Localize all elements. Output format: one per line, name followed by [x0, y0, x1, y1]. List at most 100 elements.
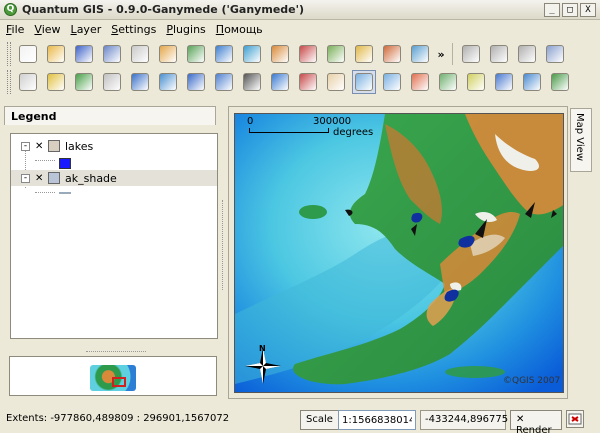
zoom-full-button[interactable] [408, 70, 432, 94]
plugin-button[interactable] [543, 42, 567, 66]
render-checkbox[interactable]: ✕Render [510, 410, 562, 433]
in-overview-button[interactable] [408, 42, 432, 66]
add-vector-layer-button[interactable] [156, 42, 180, 66]
status-bar: Extents: -977860,489809 : 296901,1567072… [0, 408, 600, 433]
zoom-in-button[interactable] [352, 70, 376, 94]
raster-terrain-icon [159, 73, 177, 91]
in-overview-icon [411, 45, 429, 63]
scale-bar-end-label: 300000 [313, 116, 352, 127]
scale-input[interactable] [338, 410, 416, 430]
copyright-label: ©QGIS 2007 [503, 376, 561, 386]
gps-button[interactable] [100, 70, 124, 94]
spit-icon [47, 73, 65, 91]
delimited-text-icon [299, 73, 317, 91]
zoom-to-layer-button[interactable] [436, 70, 460, 94]
maximize-button[interactable]: □ [562, 3, 578, 17]
minimize-button[interactable]: _ [544, 3, 560, 17]
scale-bar [249, 128, 329, 133]
georeferencer-icon [19, 73, 37, 91]
zoom-in-icon [355, 73, 373, 91]
print-button[interactable] [128, 42, 152, 66]
toolbar-grip[interactable] [7, 42, 11, 66]
map-tips-button[interactable] [548, 70, 572, 94]
pan-icon [327, 73, 345, 91]
measure-button[interactable] [212, 70, 236, 94]
zoom-last-button[interactable] [492, 70, 516, 94]
layer-visibility-checkbox[interactable]: ✕ [35, 141, 44, 151]
zoom-last-icon [495, 73, 513, 91]
plugin-icon [546, 45, 564, 63]
coordinates-readout: -433244,896775 [420, 410, 508, 430]
scale-button[interactable]: Scale [300, 410, 339, 430]
grid-maker-button[interactable] [128, 70, 152, 94]
projection-status-icon[interactable] [566, 410, 584, 428]
grass-button[interactable] [72, 70, 96, 94]
remove-layer-button[interactable] [296, 42, 320, 66]
copyright-label-button[interactable] [268, 70, 292, 94]
show-all-layers-icon [355, 45, 373, 63]
overview-extent-rectangle[interactable] [112, 377, 126, 387]
new-vector-layer-button[interactable] [268, 42, 292, 66]
capture-polygon-button[interactable] [515, 42, 539, 66]
show-all-layers-button[interactable] [352, 42, 376, 66]
grid-maker-icon [131, 73, 149, 91]
zoom-to-selection-button[interactable] [464, 70, 488, 94]
close-button[interactable]: X [580, 3, 596, 17]
pan-button[interactable] [324, 70, 348, 94]
add-all-to-overview-button[interactable] [324, 42, 348, 66]
menu-view[interactable]: View [34, 23, 60, 36]
tab-map-view[interactable]: Map View [570, 108, 592, 172]
layer-visibility-checkbox[interactable]: ✕ [35, 173, 44, 183]
save-as-button[interactable] [100, 42, 124, 66]
collapse-toggle[interactable]: - [21, 141, 30, 151]
legend-layer-ak-shade[interactable]: - ✕ ak_shade [11, 170, 217, 186]
save-as-icon [103, 45, 121, 63]
scale-bar-button[interactable] [240, 70, 264, 94]
main-toolbar-row-2 [0, 66, 600, 98]
save-project-button[interactable] [72, 42, 96, 66]
panel-splitter[interactable] [222, 200, 225, 290]
new-project-button[interactable] [16, 42, 40, 66]
legend-title: Legend [4, 106, 216, 126]
legend-layer-lakes[interactable]: - ✕ lakes [11, 138, 217, 154]
delimited-text-button[interactable] [296, 70, 320, 94]
new-project-icon [19, 45, 37, 63]
menu-settings[interactable]: Settings [111, 23, 156, 36]
new-vector-layer-icon [271, 45, 289, 63]
copyright-label-icon [271, 73, 289, 91]
raster-terrain-button[interactable] [156, 70, 180, 94]
hide-all-layers-button[interactable] [380, 42, 404, 66]
window-title: Quantum GIS - 0.9.0-Ganymede ('Ganymede'… [22, 3, 305, 16]
zoom-to-selection-icon [467, 73, 485, 91]
toolbar-grip[interactable] [7, 70, 11, 94]
legend-tree[interactable]: - ✕ lakes - ✕ ak_shade [10, 133, 218, 339]
menu-plugins[interactable]: Plugins [166, 23, 205, 36]
map-tips-icon [551, 73, 569, 91]
add-postgis-layer-button[interactable] [212, 42, 236, 66]
measure-icon [215, 73, 233, 91]
spit-button[interactable] [44, 70, 68, 94]
zoom-to-layer-icon [439, 73, 457, 91]
map-canvas[interactable]: 0 300000 degrees N ©QGIS 2007 [234, 113, 564, 393]
identify-button[interactable] [520, 70, 544, 94]
menu-layer[interactable]: Layer [71, 23, 102, 36]
ak-shade-swatch [59, 192, 71, 194]
georeferencer-button[interactable] [16, 70, 40, 94]
add-wms-layer-button[interactable] [240, 42, 264, 66]
overview-panel[interactable] [9, 356, 217, 396]
add-raster-layer-button[interactable] [184, 42, 208, 66]
layer-name: lakes [65, 139, 94, 153]
overview-splitter[interactable] [86, 351, 146, 354]
north-arrow-icon [187, 73, 205, 91]
north-arrow-button[interactable] [184, 70, 208, 94]
tree-connector [35, 192, 55, 193]
open-project-button[interactable] [44, 42, 68, 66]
menu-help[interactable]: Помощь [216, 23, 263, 36]
zoom-out-button[interactable] [380, 70, 404, 94]
capture-line-button[interactable] [487, 42, 511, 66]
menu-file[interactable]: File [6, 23, 24, 36]
toolbar-overflow-chevron[interactable]: » [434, 48, 448, 61]
menu-bar: File View Layer Settings Plugins Помощь [0, 20, 600, 38]
capture-point-button[interactable] [459, 42, 483, 66]
collapse-toggle[interactable]: - [21, 173, 30, 183]
